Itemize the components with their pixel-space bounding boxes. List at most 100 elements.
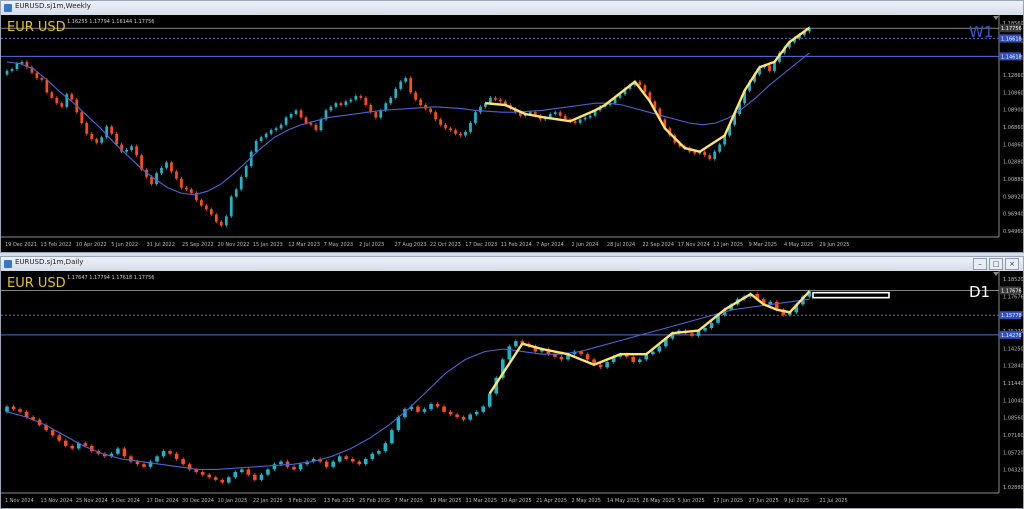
candle-body [95,139,99,143]
candle-body [199,200,203,206]
candle-body [304,117,308,123]
candle-body [481,406,486,412]
candle-body [363,458,368,465]
price-axis-label: 0.98920 [1003,194,1023,200]
candle-body [214,214,218,222]
candle-body [637,359,642,363]
candle-body [344,456,349,459]
candle-body [298,464,303,470]
time-axis-label: 26 May 2025 [642,498,675,504]
candle-body [259,474,264,480]
price-axis-label: 1.00880 [1003,177,1023,183]
candle-body [279,461,283,465]
candle-body [409,78,413,93]
candle-body [598,364,603,368]
candle-body [279,124,283,129]
candle-body [116,448,120,454]
candle-body [334,103,338,107]
time-axis-label: 13 Feb 2022 [40,242,71,248]
daily-window-titlebar[interactable]: EURUSD.sj1m,Daily – □ × [1,257,1023,272]
candle-body [585,354,590,360]
candle-body [455,414,459,418]
candle-body [200,472,205,475]
time-axis-label: 5 Dec 2024 [111,498,140,504]
candle-body [239,176,243,190]
candle-body [15,63,19,70]
candle-body [389,97,393,104]
candle-body [354,96,358,100]
candle-body [253,474,257,480]
candle-body [339,103,343,105]
weekly-window-titlebar[interactable]: EURUSD.sj1m,Weekly [1,1,1023,16]
time-axis-label: 12 Mar 2023 [288,242,320,248]
price-tag-label: 1.16618 [1001,36,1022,42]
candle-body [434,112,437,120]
candle-body [165,162,168,168]
chart-window-icon [4,260,12,268]
weekly-chart-window: EURUSD.sj1m,Weekly 1.185601.166501.14640… [0,0,1024,253]
time-axis-label: 5 Jun 2022 [111,242,138,248]
candle-body [110,126,114,134]
candle-body [559,356,564,360]
candle-body [50,92,54,98]
candle-body [448,411,453,415]
candle-body [5,406,9,412]
candle-body [439,119,442,125]
candle-body [384,103,388,111]
candle-body [240,469,244,473]
candle-body [55,97,59,104]
candle-body [213,477,218,480]
time-axis-label: 9 Jul 2025 [784,498,809,504]
candle-body [364,97,368,105]
candle-body [35,72,39,79]
restore-button[interactable]: □ [989,258,1003,270]
candle-body [142,464,146,467]
candle-body [234,189,238,197]
time-axis-label: 1 Nov 2024 [5,498,34,504]
price-axis-label: 1.12840 [1003,364,1023,370]
ohlc-readout: 1.16255 1.17794 1.16144 1.17756 [67,19,154,25]
chart-window-icon [4,4,12,12]
time-axis-label: 19 Mar 2025 [430,498,462,504]
candle-body [507,346,512,360]
candle-body [185,187,188,190]
candle-body [464,131,467,136]
candle-body [394,88,398,98]
candle-body [414,92,418,100]
candle-body [344,101,348,105]
candle-body [174,453,179,459]
time-axis-label: 27 Aug 2023 [394,242,426,248]
price-tag-label: 1.17676 [1001,288,1022,294]
time-axis-label: 21 Apr 2025 [536,498,567,504]
time-axis-label: 15 Jan 2023 [253,242,283,248]
candle-body [155,456,159,462]
daily-chart[interactable]: 1.185201.176761.162401.152751.142501.128… [1,271,1023,508]
time-axis-label: 10 Apr 2025 [501,498,532,504]
price-axis-label: 1.04320 [1003,468,1023,474]
candle-body [379,110,383,118]
price-axis-label: 1.04860 [1003,142,1023,148]
candle-body [80,112,84,123]
candle-body [370,453,375,459]
candle-body [709,322,714,328]
candle-body [161,451,166,457]
candle-body [70,94,74,100]
candle-body [643,85,647,93]
candle-body [573,121,577,123]
candle-body [374,112,378,118]
candle-body [135,146,138,156]
candle-body [135,461,140,465]
candle-body [274,128,278,131]
price-tag-label: 1.14278 [1001,333,1022,339]
weekly-chart[interactable]: 1.185601.166501.146401.128601.108601.089… [1,15,1023,252]
candle-body [244,166,248,177]
candle-body [514,341,518,347]
time-axis-label: 2 Jul 2023 [359,242,384,248]
candle-body [264,133,268,138]
candle-body [708,155,712,159]
price-axis-label: 0.96940 [1003,212,1023,218]
candle-body [180,178,183,188]
candle-body [209,209,213,215]
minimize-button[interactable]: – [973,258,987,270]
close-button[interactable]: × [1005,258,1019,270]
